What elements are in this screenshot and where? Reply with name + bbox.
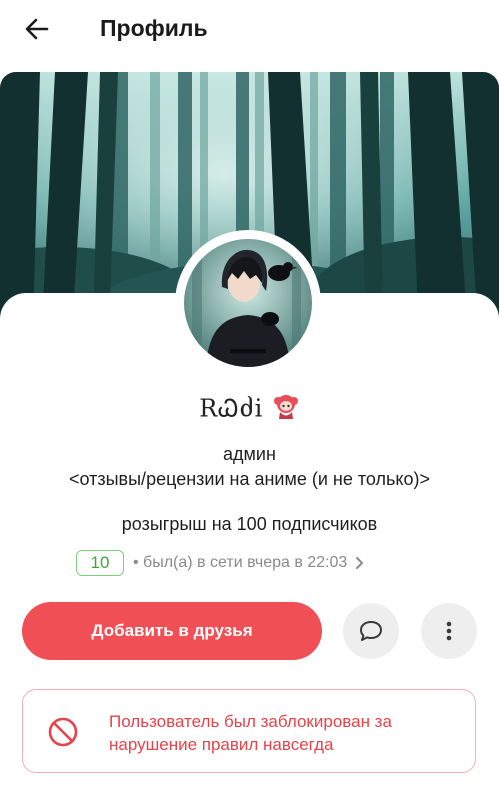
blocked-icon	[48, 717, 78, 747]
status-line-role: админ	[223, 444, 276, 464]
more-vertical-icon	[446, 621, 452, 641]
chevron-right-icon	[356, 557, 364, 569]
chat-bubble-icon	[360, 621, 382, 641]
avatar[interactable]	[184, 239, 312, 367]
top-bar: Профиль	[0, 0, 499, 58]
status-line-description: <отзывы/рецензии на аниме (и не только)>	[69, 469, 430, 489]
back-button[interactable]	[22, 14, 52, 44]
anime-girl-sticker-icon	[272, 392, 300, 425]
username: RᏇძi	[199, 394, 264, 423]
more-options-button[interactable]	[421, 603, 477, 659]
username-row: RᏇძi	[0, 392, 499, 425]
ban-notice-text: Пользователь был заблокирован за нарушен…	[109, 712, 392, 754]
giveaway-text: розыгрыш на 100 подписчиков	[121, 514, 378, 534]
message-button[interactable]	[343, 603, 399, 659]
arrow-left-icon	[25, 18, 49, 40]
level-badge: 10	[76, 550, 124, 576]
page-title: Профиль	[100, 15, 208, 41]
profile-status: админ <отзывы/рецензии на аниме (и не то…	[0, 442, 499, 492]
add-friend-button[interactable]: Добавить в друзья	[22, 602, 322, 660]
ban-notice: Пользователь был заблокирован за нарушен…	[22, 689, 476, 773]
last-seen-text: • был(а) в сети вчера в 22:03	[133, 554, 348, 571]
online-status-row[interactable]: 10 • был(а) в сети вчера в 22:03	[76, 548, 365, 578]
